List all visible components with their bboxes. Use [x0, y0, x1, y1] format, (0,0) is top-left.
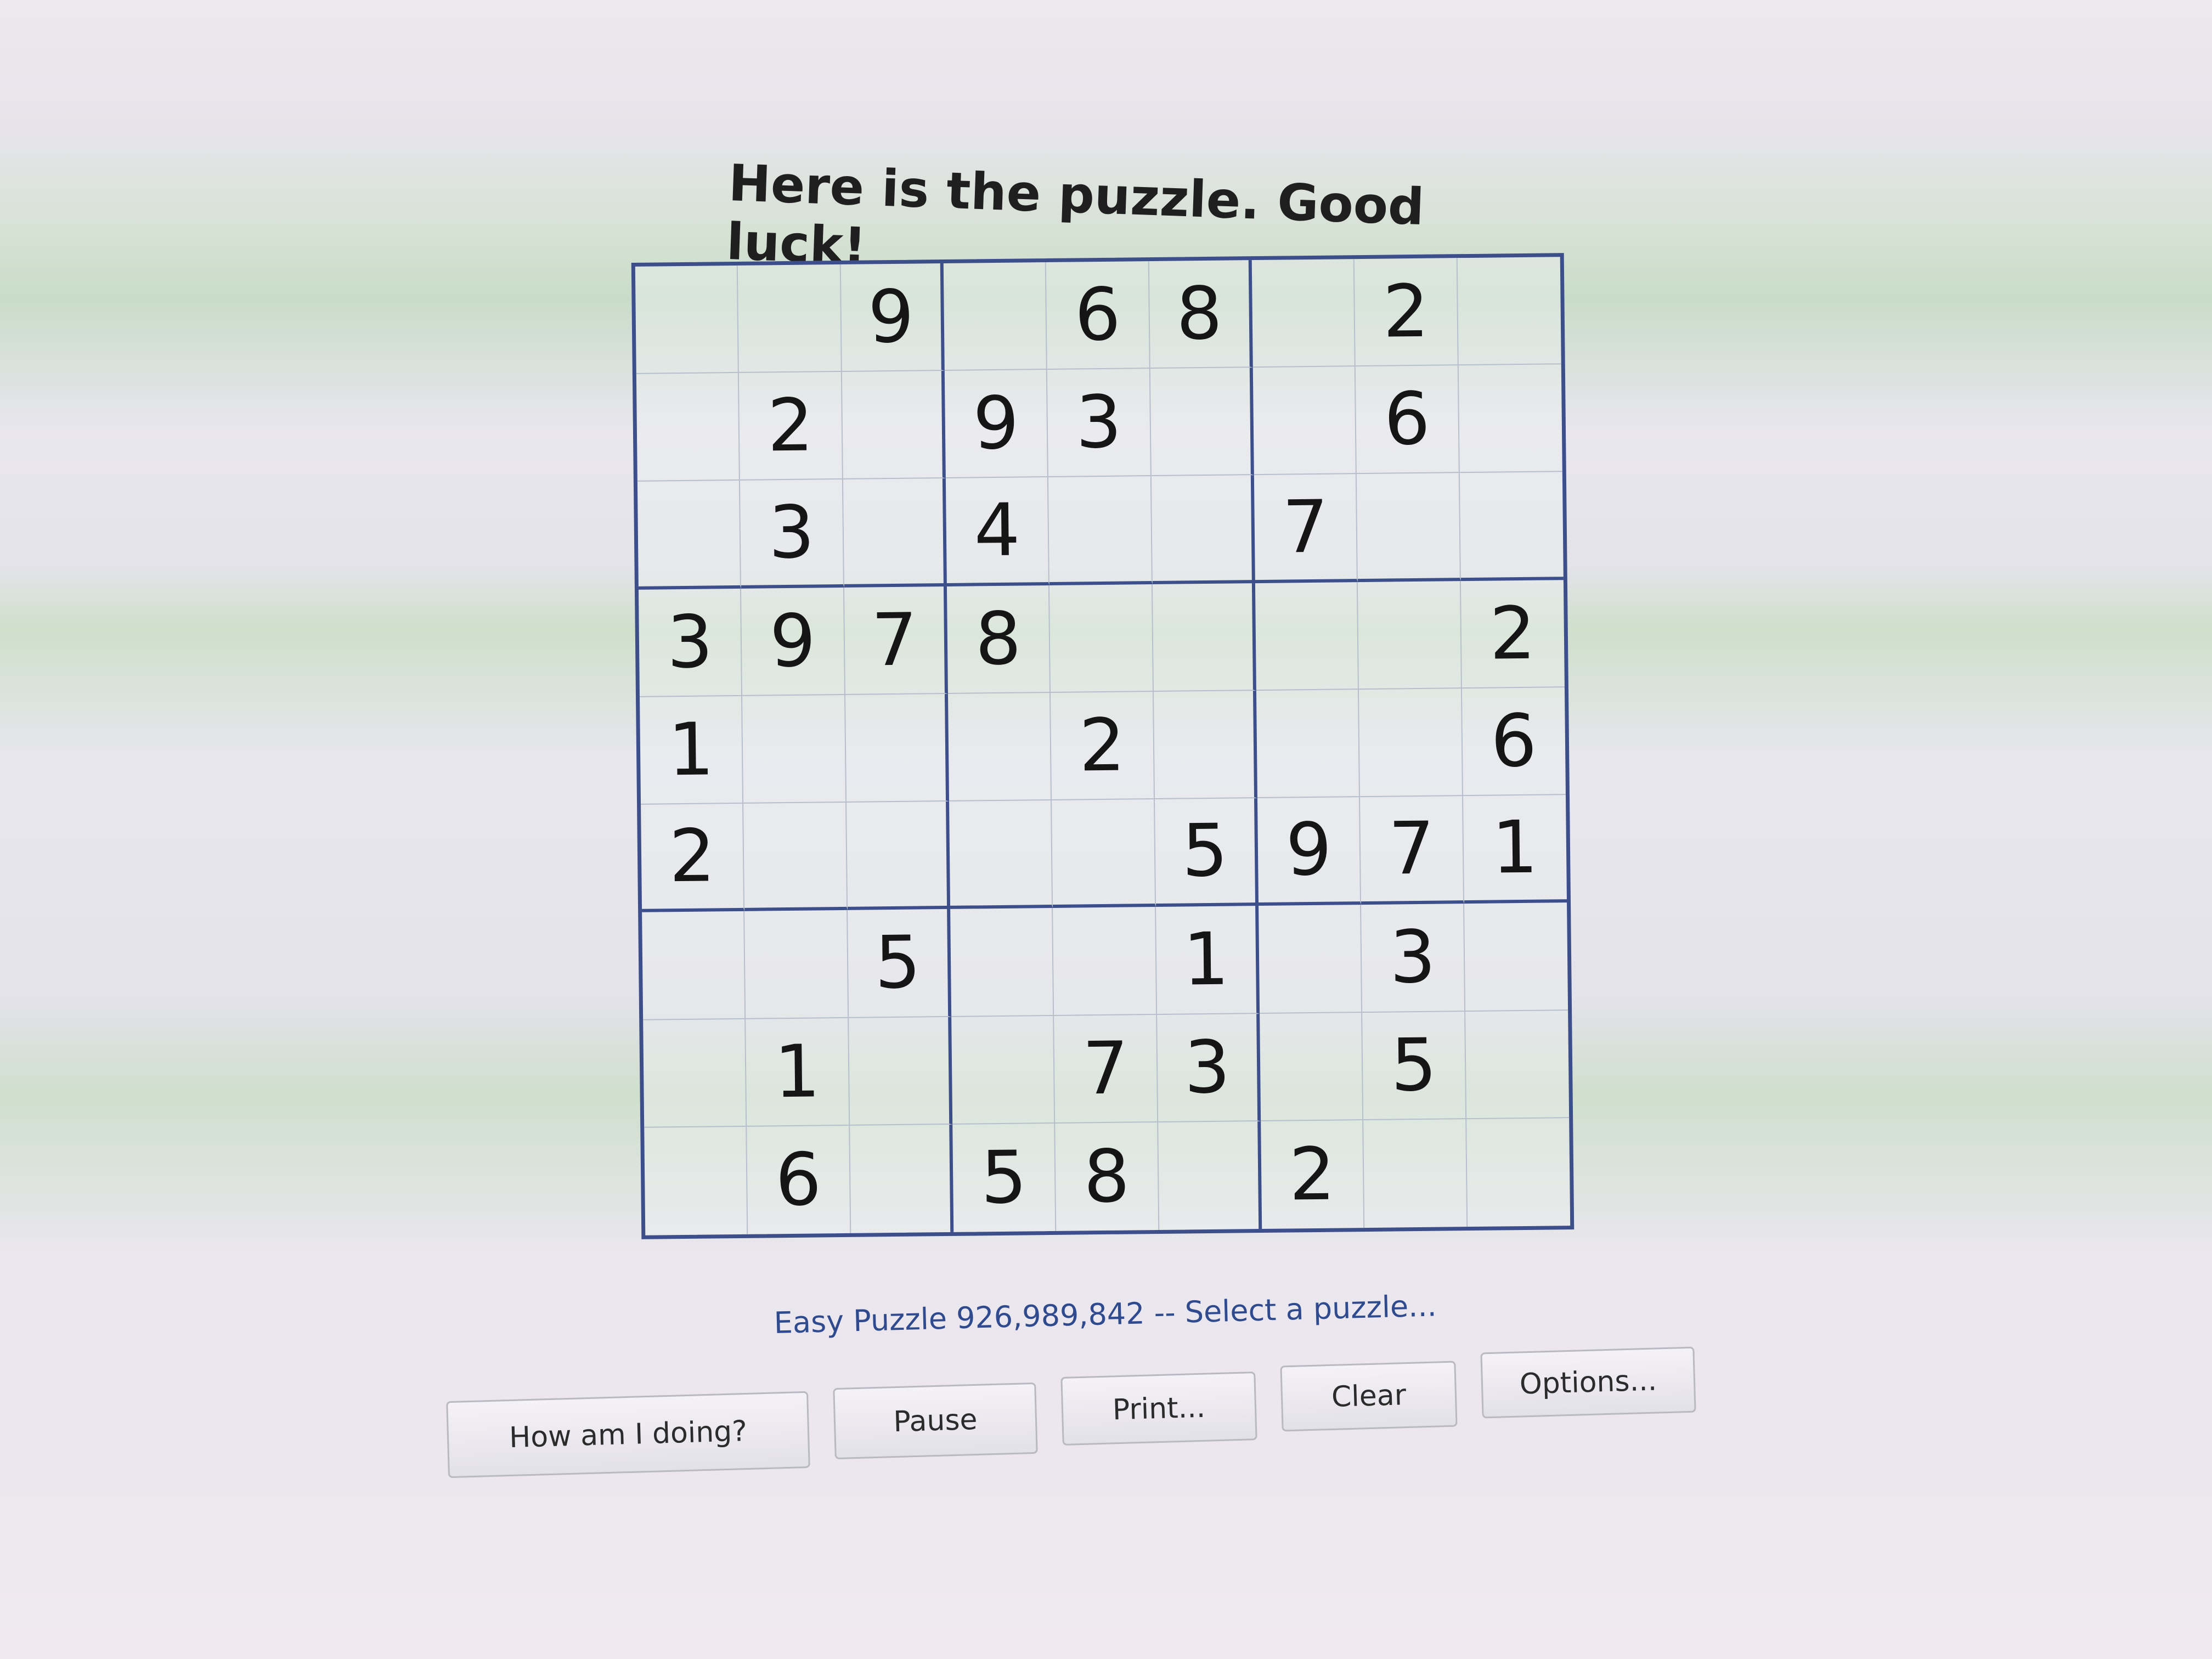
sudoku-cell-r3-c8[interactable]	[1357, 473, 1461, 582]
sudoku-cell-r6-c2[interactable]	[743, 803, 848, 912]
sudoku-cell-r3-c1[interactable]	[637, 481, 742, 590]
sudoku-cell-r9-c9[interactable]	[1466, 1118, 1570, 1227]
sudoku-cell-r6-c9[interactable]: 1	[1463, 795, 1567, 904]
sudoku-cell-r5-c7[interactable]	[1256, 689, 1361, 799]
how-am-i-doing-button[interactable]: How am I doing?	[446, 1391, 810, 1479]
sudoku-cell-r6-c3[interactable]	[846, 802, 951, 911]
sudoku-cell-r4-c6[interactable]	[1152, 583, 1256, 692]
sudoku-cell-r1-c5[interactable]: 6	[1046, 261, 1150, 370]
sudoku-cell-r9-c4[interactable]: 5	[952, 1123, 1057, 1232]
sudoku-cell-r2-c2[interactable]: 2	[739, 372, 843, 481]
sudoku-cell-r4-c4[interactable]: 8	[946, 585, 1051, 694]
sudoku-cell-r3-c9[interactable]	[1459, 472, 1564, 581]
sudoku-cell-r6-c6[interactable]: 5	[1154, 798, 1259, 907]
sudoku-cell-r2-c6[interactable]	[1150, 368, 1254, 477]
sudoku-cell-r4-c3[interactable]: 7	[844, 586, 948, 695]
puzzle-status-text: Easy Puzzle 926,989,842 -- Select a puzz…	[774, 1288, 1437, 1340]
sudoku-cell-r5-c9[interactable]: 6	[1462, 687, 1566, 797]
sudoku-cell-r8-c8[interactable]: 5	[1362, 1011, 1466, 1120]
sudoku-cell-r5-c6[interactable]	[1153, 690, 1257, 800]
sudoku-cell-r5-c4[interactable]	[947, 692, 1052, 802]
sudoku-cell-r1-c4[interactable]	[943, 262, 1048, 371]
sudoku-cell-r1-c6[interactable]: 8	[1149, 260, 1253, 369]
sudoku-cell-r7-c4[interactable]	[950, 908, 1054, 1017]
sudoku-cell-r4-c5[interactable]	[1049, 584, 1154, 693]
sudoku-cell-r8-c9[interactable]	[1465, 1010, 1570, 1119]
sudoku-cell-r2-c8[interactable]: 6	[1356, 365, 1460, 475]
sudoku-cell-r1-c3[interactable]: 9	[840, 263, 945, 373]
sudoku-cell-r6-c4[interactable]	[949, 800, 1053, 910]
sudoku-cell-r9-c8[interactable]	[1363, 1119, 1468, 1228]
sudoku-cell-r3-c6[interactable]	[1151, 475, 1255, 584]
sudoku-cell-r8-c1[interactable]	[643, 1019, 747, 1128]
sudoku-cell-r3-c2[interactable]: 3	[740, 479, 844, 589]
sudoku-cell-r7-c9[interactable]	[1464, 902, 1568, 1012]
sudoku-cell-r1-c2[interactable]	[738, 264, 842, 374]
sudoku-cell-r5-c8[interactable]	[1359, 689, 1463, 798]
sudoku-cell-r7-c6[interactable]: 1	[1155, 906, 1260, 1015]
sudoku-cell-r2-c5[interactable]: 3	[1047, 369, 1152, 478]
sudoku-cell-r7-c1[interactable]	[642, 911, 746, 1020]
sudoku-cell-r9-c2[interactable]: 6	[747, 1125, 851, 1234]
sudoku-cell-r9-c3[interactable]	[849, 1124, 954, 1233]
sudoku-cell-r9-c5[interactable]: 8	[1055, 1122, 1159, 1231]
sudoku-cell-r5-c5[interactable]: 2	[1051, 691, 1155, 801]
options-button[interactable]: Options...	[1480, 1346, 1696, 1419]
sudoku-cell-r1-c7[interactable]	[1251, 259, 1356, 368]
sudoku-cell-r1-c1[interactable]	[635, 265, 740, 375]
sudoku-cell-r3-c5[interactable]	[1048, 476, 1153, 585]
sudoku-cell-r9-c6[interactable]	[1158, 1121, 1262, 1230]
sudoku-cell-r5-c1[interactable]: 1	[640, 696, 744, 805]
sudoku-cell-r3-c7[interactable]: 7	[1254, 474, 1358, 583]
sudoku-cell-r2-c4[interactable]: 9	[944, 370, 1049, 479]
sudoku-cell-r4-c7[interactable]	[1255, 582, 1359, 691]
sudoku-cell-r7-c2[interactable]	[744, 910, 849, 1019]
pause-button[interactable]: Pause	[833, 1382, 1038, 1460]
sudoku-cell-r8-c6[interactable]: 3	[1156, 1013, 1261, 1122]
sudoku-cell-r5-c2[interactable]	[742, 695, 847, 804]
sudoku-cell-r1-c8[interactable]: 2	[1355, 258, 1459, 367]
print-button[interactable]: Print...	[1060, 1372, 1257, 1446]
sudoku-cell-r8-c7[interactable]	[1260, 1012, 1364, 1121]
clear-button[interactable]: Clear	[1280, 1361, 1458, 1432]
sudoku-cell-r3-c4[interactable]: 4	[945, 477, 1050, 586]
sudoku-cell-r4-c8[interactable]	[1358, 580, 1462, 690]
sudoku-cell-r7-c3[interactable]: 5	[847, 909, 952, 1018]
sudoku-cell-r4-c9[interactable]: 2	[1460, 579, 1565, 689]
sudoku-cell-r6-c1[interactable]: 2	[641, 803, 745, 913]
sudoku-cell-r8-c3[interactable]	[848, 1017, 953, 1126]
sudoku-cell-r2-c9[interactable]	[1458, 364, 1562, 473]
sudoku-cell-r2-c3[interactable]	[842, 371, 946, 480]
sudoku-cell-r7-c8[interactable]: 3	[1361, 904, 1465, 1013]
sudoku-cell-r2-c7[interactable]	[1252, 366, 1357, 476]
sudoku-cell-r4-c2[interactable]: 9	[741, 587, 845, 696]
sudoku-app: Here is the puzzle. Good luck! 968229363…	[0, 0, 2212, 1659]
sudoku-board: 96822936347397821262597151317356582	[631, 253, 1575, 1239]
sudoku-cell-r1-c9[interactable]	[1457, 257, 1561, 366]
sudoku-cell-r8-c4[interactable]	[951, 1015, 1056, 1125]
sudoku-cell-r6-c5[interactable]	[1052, 799, 1156, 909]
sudoku-cell-r7-c5[interactable]	[1053, 907, 1157, 1016]
sudoku-cell-r8-c5[interactable]: 7	[1054, 1014, 1158, 1124]
sudoku-cell-r9-c1[interactable]	[644, 1126, 748, 1235]
sudoku-cell-r2-c1[interactable]	[636, 373, 741, 482]
sudoku-cell-r3-c3[interactable]	[843, 478, 947, 588]
sudoku-cell-r6-c7[interactable]: 9	[1257, 797, 1362, 906]
sudoku-cell-r9-c7[interactable]: 2	[1261, 1120, 1365, 1229]
sudoku-cell-r6-c8[interactable]: 7	[1360, 796, 1464, 905]
sudoku-cell-r8-c2[interactable]: 1	[746, 1018, 850, 1127]
sudoku-cell-r5-c3[interactable]	[845, 693, 950, 803]
sudoku-cell-r4-c1[interactable]: 3	[638, 588, 743, 697]
sudoku-cell-r7-c7[interactable]	[1259, 905, 1363, 1014]
